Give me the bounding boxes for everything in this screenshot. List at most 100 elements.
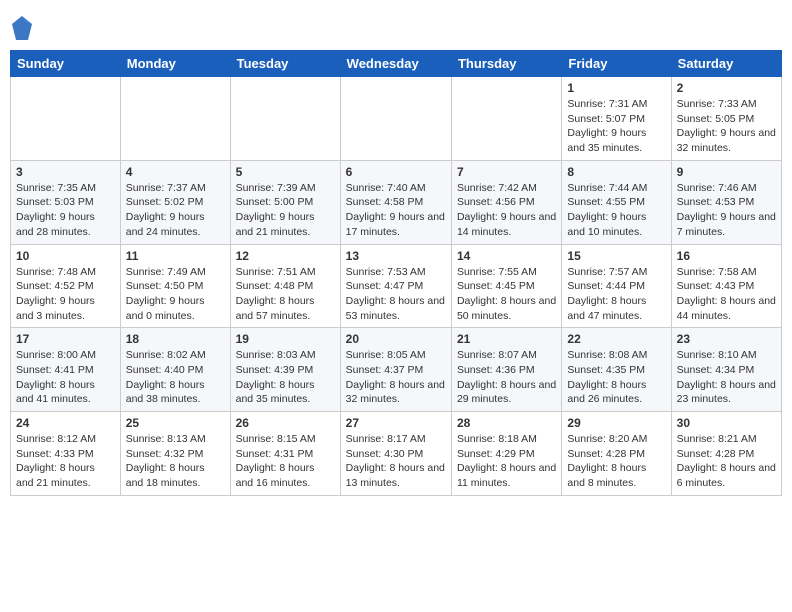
day-header-tuesday: Tuesday — [230, 51, 340, 77]
calendar-cell: 25 Sunrise: 8:13 AM Sunset: 4:32 PM Dayli… — [120, 412, 230, 496]
calendar-cell: 19 Sunrise: 8:03 AM Sunset: 4:39 PM Dayli… — [230, 328, 340, 412]
day-number: 29 — [567, 416, 665, 430]
calendar-week-row: 24 Sunrise: 8:12 AM Sunset: 4:33 PM Dayli… — [11, 412, 782, 496]
day-info: Sunrise: 7:55 AM Sunset: 4:45 PM Dayligh… — [457, 265, 556, 324]
day-info: Sunrise: 8:12 AM Sunset: 4:33 PM Dayligh… — [16, 432, 115, 491]
calendar-cell: 15 Sunrise: 7:57 AM Sunset: 4:44 PM Dayli… — [562, 244, 671, 328]
day-info: Sunrise: 7:58 AM Sunset: 4:43 PM Dayligh… — [677, 265, 776, 324]
day-number: 22 — [567, 332, 665, 346]
day-number: 24 — [16, 416, 115, 430]
day-info: Sunrise: 7:40 AM Sunset: 4:58 PM Dayligh… — [346, 181, 446, 240]
day-number: 17 — [16, 332, 115, 346]
day-info: Sunrise: 7:44 AM Sunset: 4:55 PM Dayligh… — [567, 181, 665, 240]
calendar-cell: 10 Sunrise: 7:48 AM Sunset: 4:52 PM Dayli… — [11, 244, 121, 328]
day-number: 4 — [126, 165, 225, 179]
day-info: Sunrise: 7:37 AM Sunset: 5:02 PM Dayligh… — [126, 181, 225, 240]
calendar-cell: 21 Sunrise: 8:07 AM Sunset: 4:36 PM Dayli… — [451, 328, 561, 412]
calendar-cell: 23Sunrise: 8:10 AM Sunset: 4:34 PM Dayli… — [671, 328, 781, 412]
day-info: Sunrise: 7:31 AM Sunset: 5:07 PM Dayligh… — [567, 97, 665, 156]
calendar-cell: 3 Sunrise: 7:35 AM Sunset: 5:03 PM Daylig… — [11, 160, 121, 244]
calendar-cell: 5Sunrise: 7:39 AM Sunset: 5:00 PM Daylig… — [230, 160, 340, 244]
day-number: 14 — [457, 249, 556, 263]
day-info: Sunrise: 7:46 AM Sunset: 4:53 PM Dayligh… — [677, 181, 776, 240]
day-number: 18 — [126, 332, 225, 346]
day-number: 1 — [567, 81, 665, 95]
calendar-cell: 1 Sunrise: 7:31 AM Sunset: 5:07 PM Daylig… — [562, 77, 671, 161]
day-number: 3 — [16, 165, 115, 179]
day-header-monday: Monday — [120, 51, 230, 77]
day-number: 16 — [677, 249, 776, 263]
calendar-cell: 18 Sunrise: 8:02 AM Sunset: 4:40 PM Dayli… — [120, 328, 230, 412]
calendar-cell: 26 Sunrise: 8:15 AM Sunset: 4:31 PM Dayli… — [230, 412, 340, 496]
day-number: 20 — [346, 332, 446, 346]
day-number: 25 — [126, 416, 225, 430]
day-header-saturday: Saturday — [671, 51, 781, 77]
calendar-cell: 6Sunrise: 7:40 AM Sunset: 4:58 PM Daylig… — [340, 160, 451, 244]
day-info: Sunrise: 8:21 AM Sunset: 4:28 PM Dayligh… — [677, 432, 776, 491]
day-number: 28 — [457, 416, 556, 430]
day-info: Sunrise: 8:00 AM Sunset: 4:41 PM Dayligh… — [16, 348, 115, 407]
calendar-cell: 24 Sunrise: 8:12 AM Sunset: 4:33 PM Dayli… — [11, 412, 121, 496]
day-number: 13 — [346, 249, 446, 263]
logo — [10, 14, 38, 42]
day-info: Sunrise: 8:15 AM Sunset: 4:31 PM Dayligh… — [236, 432, 335, 491]
day-number: 2 — [677, 81, 776, 95]
day-header-wednesday: Wednesday — [340, 51, 451, 77]
day-number: 26 — [236, 416, 335, 430]
calendar-cell: 20 Sunrise: 8:05 AM Sunset: 4:37 PM Dayli… — [340, 328, 451, 412]
day-info: Sunrise: 7:57 AM Sunset: 4:44 PM Dayligh… — [567, 265, 665, 324]
day-number: 8 — [567, 165, 665, 179]
calendar-cell — [120, 77, 230, 161]
calendar-cell: 13 Sunrise: 7:53 AM Sunset: 4:47 PM Dayli… — [340, 244, 451, 328]
day-info: Sunrise: 7:49 AM Sunset: 4:50 PM Dayligh… — [126, 265, 225, 324]
logo-icon — [10, 14, 34, 42]
day-info: Sunrise: 8:07 AM Sunset: 4:36 PM Dayligh… — [457, 348, 556, 407]
calendar-cell: 2 Sunrise: 7:33 AM Sunset: 5:05 PM Daylig… — [671, 77, 781, 161]
calendar-cell: 27Sunrise: 8:17 AM Sunset: 4:30 PM Dayli… — [340, 412, 451, 496]
calendar-cell: 30 Sunrise: 8:21 AM Sunset: 4:28 PM Dayli… — [671, 412, 781, 496]
day-info: Sunrise: 8:13 AM Sunset: 4:32 PM Dayligh… — [126, 432, 225, 491]
day-number: 10 — [16, 249, 115, 263]
calendar-table: SundayMondayTuesdayWednesdayThursdayFrid… — [10, 50, 782, 496]
day-info: Sunrise: 8:02 AM Sunset: 4:40 PM Dayligh… — [126, 348, 225, 407]
day-number: 19 — [236, 332, 335, 346]
day-header-friday: Friday — [562, 51, 671, 77]
day-number: 12 — [236, 249, 335, 263]
calendar-cell: 9 Sunrise: 7:46 AM Sunset: 4:53 PM Daylig… — [671, 160, 781, 244]
calendar-week-row: 1 Sunrise: 7:31 AM Sunset: 5:07 PM Daylig… — [11, 77, 782, 161]
day-info: Sunrise: 8:03 AM Sunset: 4:39 PM Dayligh… — [236, 348, 335, 407]
day-info: Sunrise: 7:53 AM Sunset: 4:47 PM Dayligh… — [346, 265, 446, 324]
calendar-week-row: 3 Sunrise: 7:35 AM Sunset: 5:03 PM Daylig… — [11, 160, 782, 244]
calendar-week-row: 10 Sunrise: 7:48 AM Sunset: 4:52 PM Dayli… — [11, 244, 782, 328]
day-number: 5 — [236, 165, 335, 179]
day-number: 15 — [567, 249, 665, 263]
calendar-cell: 4 Sunrise: 7:37 AM Sunset: 5:02 PM Daylig… — [120, 160, 230, 244]
calendar-cell — [11, 77, 121, 161]
day-number: 23 — [677, 332, 776, 346]
calendar-cell — [230, 77, 340, 161]
day-info: Sunrise: 7:33 AM Sunset: 5:05 PM Dayligh… — [677, 97, 776, 156]
day-info: Sunrise: 8:05 AM Sunset: 4:37 PM Dayligh… — [346, 348, 446, 407]
header — [10, 10, 782, 42]
calendar-cell: 22 Sunrise: 8:08 AM Sunset: 4:35 PM Dayli… — [562, 328, 671, 412]
day-header-sunday: Sunday — [11, 51, 121, 77]
calendar-cell: 17 Sunrise: 8:00 AM Sunset: 4:41 PM Dayli… — [11, 328, 121, 412]
day-info: Sunrise: 7:48 AM Sunset: 4:52 PM Dayligh… — [16, 265, 115, 324]
day-number: 30 — [677, 416, 776, 430]
calendar-cell: 12 Sunrise: 7:51 AM Sunset: 4:48 PM Dayli… — [230, 244, 340, 328]
calendar-cell — [340, 77, 451, 161]
day-info: Sunrise: 7:42 AM Sunset: 4:56 PM Dayligh… — [457, 181, 556, 240]
day-header-thursday: Thursday — [451, 51, 561, 77]
calendar-header-row: SundayMondayTuesdayWednesdayThursdayFrid… — [11, 51, 782, 77]
day-number: 11 — [126, 249, 225, 263]
day-number: 9 — [677, 165, 776, 179]
day-info: Sunrise: 8:17 AM Sunset: 4:30 PM Dayligh… — [346, 432, 446, 491]
calendar-cell: 29 Sunrise: 8:20 AM Sunset: 4:28 PM Dayli… — [562, 412, 671, 496]
day-info: Sunrise: 8:20 AM Sunset: 4:28 PM Dayligh… — [567, 432, 665, 491]
day-info: Sunrise: 8:08 AM Sunset: 4:35 PM Dayligh… — [567, 348, 665, 407]
calendar-cell: 11 Sunrise: 7:49 AM Sunset: 4:50 PM Dayli… — [120, 244, 230, 328]
day-info: Sunrise: 7:51 AM Sunset: 4:48 PM Dayligh… — [236, 265, 335, 324]
day-number: 21 — [457, 332, 556, 346]
day-info: Sunrise: 7:35 AM Sunset: 5:03 PM Dayligh… — [16, 181, 115, 240]
calendar-cell: 16 Sunrise: 7:58 AM Sunset: 4:43 PM Dayli… — [671, 244, 781, 328]
